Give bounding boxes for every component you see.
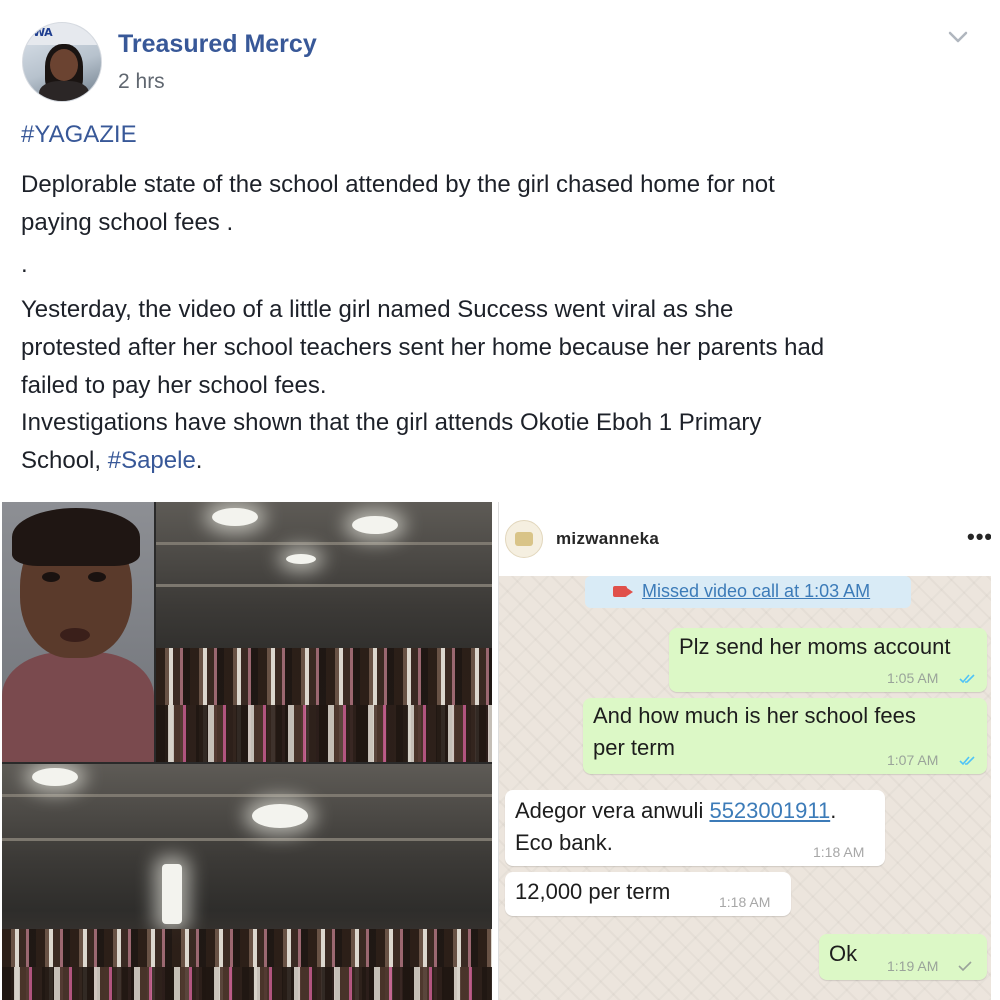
photo-girl[interactable] xyxy=(2,502,154,762)
contact-avatar[interactable] xyxy=(505,520,543,558)
post-text-line: paying school fees . xyxy=(21,209,234,236)
post-text-line: failed to pay her school fees. xyxy=(21,372,327,399)
chat-screenshot[interactable]: mizwanneka ••• Missed video call at 1:03… xyxy=(498,502,991,1000)
read-ticks-icon xyxy=(959,756,975,766)
message-outgoing[interactable]: And how much is her school fees per term… xyxy=(583,698,987,774)
hashtag-yagazie[interactable]: #YAGAZIE xyxy=(21,116,137,154)
post-text-suffix: . xyxy=(195,447,203,474)
message-outgoing[interactable]: Ok 1:19 AM xyxy=(819,934,987,980)
message-text: 12,000 per term xyxy=(515,879,671,904)
missed-call-text[interactable]: Missed video call at 1:03 AM xyxy=(642,581,870,602)
photo-classroom-2[interactable] xyxy=(2,764,492,1000)
message-text: Eco bank. xyxy=(515,830,613,855)
sent-tick-icon xyxy=(958,961,972,972)
contact-name[interactable]: mizwanneka xyxy=(556,529,659,549)
post-text-dot: . xyxy=(21,251,28,278)
message-text-part: Adegor vera anwuli xyxy=(515,798,710,823)
message-text: Plz send her moms account xyxy=(679,634,951,659)
photo-classroom-1[interactable] xyxy=(156,502,492,762)
message-time: 1:18 AM xyxy=(813,844,865,860)
account-number-link[interactable]: 5523001911 xyxy=(709,798,830,823)
message-incoming[interactable]: 12,000 per term 1:18 AM xyxy=(505,872,791,916)
message-time: 1:19 AM xyxy=(887,958,939,974)
message-outgoing[interactable]: Plz send her moms account 1:05 AM xyxy=(669,628,987,692)
missed-call-notice[interactable]: Missed video call at 1:03 AM xyxy=(585,576,911,608)
message-text-part: . xyxy=(830,798,837,823)
more-options-icon[interactable]: ••• xyxy=(967,524,991,550)
message-time: 1:07 AM xyxy=(887,752,939,768)
message-incoming[interactable]: Adegor vera anwuli 5523001911. Eco bank.… xyxy=(505,790,885,866)
video-call-icon xyxy=(613,586,633,597)
post-text-prefix: School, xyxy=(21,447,108,474)
author-avatar[interactable]: WA xyxy=(22,22,102,102)
post-timestamp[interactable]: 2 hrs xyxy=(118,70,165,94)
message-text: per term xyxy=(593,735,675,760)
message-text: Ok xyxy=(829,941,858,966)
chevron-down-icon[interactable] xyxy=(946,28,970,46)
post-text-line: Yesterday, the video of a little girl na… xyxy=(21,296,734,323)
post-text-line: Deplorable state of the school attended … xyxy=(21,171,775,198)
message-time: 1:18 AM xyxy=(719,894,771,910)
avatar-sign-text: WA xyxy=(33,26,53,39)
facebook-post: WA Treasured Mercy 2 hrs #YAGAZIE Deplor… xyxy=(0,0,1000,1000)
photo-collage[interactable] xyxy=(2,502,492,1000)
message-text: And how much is her school fees xyxy=(593,703,916,728)
hashtag-sapele[interactable]: #Sapele xyxy=(108,447,196,474)
chat-header: mizwanneka ••• xyxy=(499,502,991,576)
post-text-line: Investigations have shown that the girl … xyxy=(21,409,762,436)
message-time: 1:05 AM xyxy=(887,670,939,686)
author-name[interactable]: Treasured Mercy xyxy=(118,30,317,59)
message-text: Adegor vera anwuli 5523001911. xyxy=(515,795,836,827)
post-text-line: protested after her school teachers sent… xyxy=(21,334,825,361)
read-ticks-icon xyxy=(959,674,975,684)
post-text-line: School, #Sapele. xyxy=(21,442,202,480)
